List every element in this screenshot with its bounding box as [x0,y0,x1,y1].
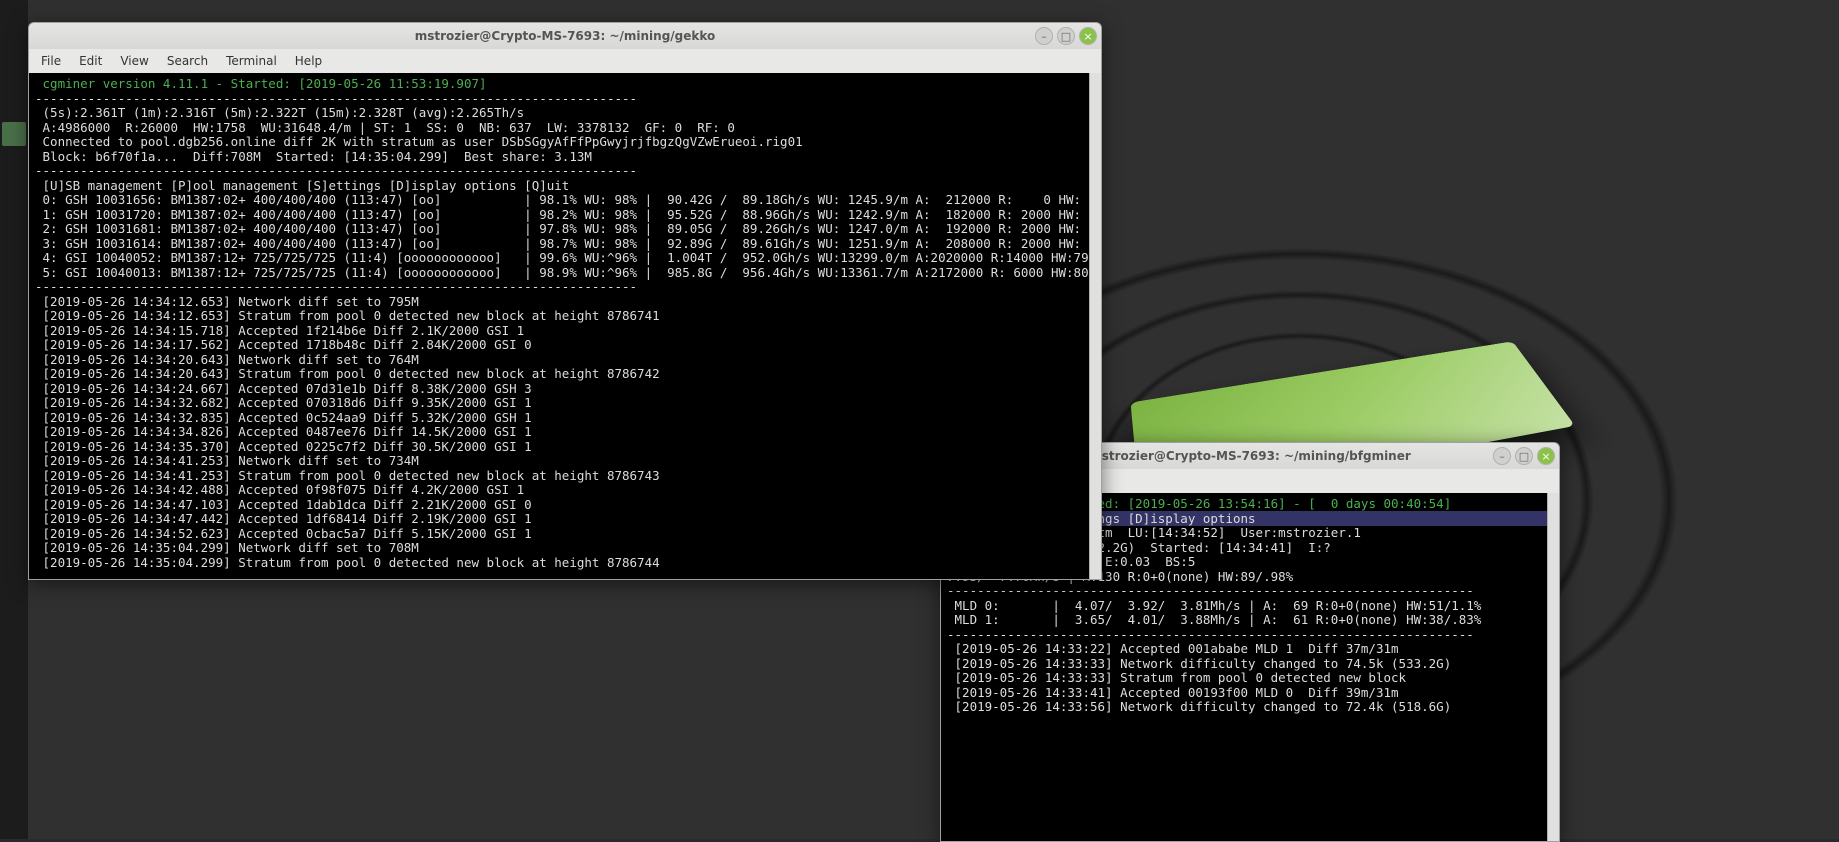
menu-terminal[interactable]: Terminal [218,52,285,70]
terminal-output[interactable]: cgminer version 4.11.1 - Started: [2019-… [29,73,1089,579]
titlebar[interactable]: mstrozier@Crypto-MS-7693: ~/mining/gekko… [29,23,1101,49]
minimize-button[interactable]: – [1493,447,1511,465]
scrollbar[interactable] [1547,493,1559,841]
close-button[interactable]: × [1079,27,1097,45]
panel-app-icon[interactable] [2,122,26,146]
terminal-window-cgminer[interactable]: mstrozier@Crypto-MS-7693: ~/mining/gekko… [28,22,1102,580]
minimize-button[interactable]: – [1035,27,1053,45]
menubar: File Edit View Search Terminal Help [29,49,1101,73]
panel-left[interactable] [0,0,28,839]
menu-view[interactable]: View [112,52,156,70]
window-title: mstrozier@Crypto-MS-7693: ~/mining/gekko [29,29,1101,43]
scrollbar[interactable] [1089,73,1101,579]
maximize-button[interactable]: □ [1515,447,1533,465]
menu-file[interactable]: File [33,52,69,70]
menu-search[interactable]: Search [159,52,216,70]
maximize-button[interactable]: □ [1057,27,1075,45]
close-button[interactable]: × [1537,447,1555,465]
menu-edit[interactable]: Edit [71,52,110,70]
menu-help[interactable]: Help [287,52,330,70]
